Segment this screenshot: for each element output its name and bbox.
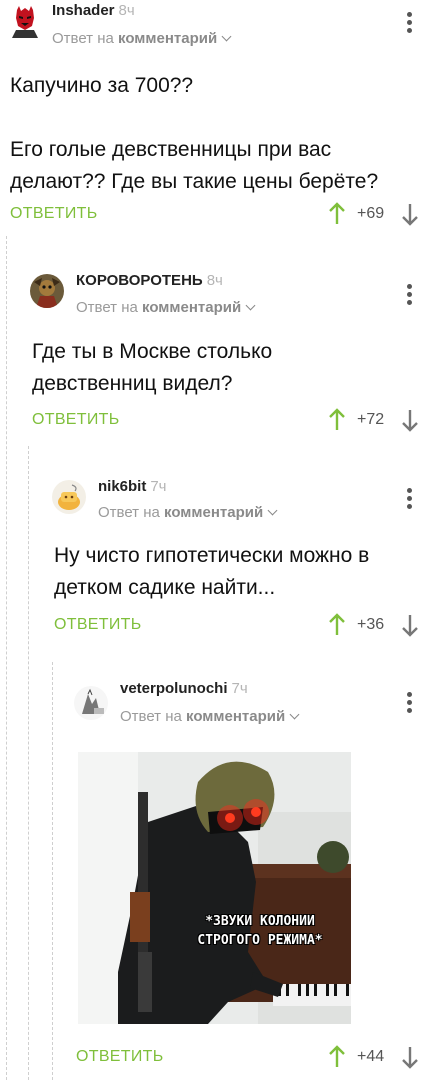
arrow-down-icon[interactable] (400, 1045, 420, 1069)
arrow-down-icon[interactable] (400, 408, 420, 432)
reply-to-prefix: Ответ на (76, 299, 138, 316)
arrow-up-icon[interactable] (327, 202, 347, 226)
username-link[interactable]: veterpolunochi (120, 680, 228, 697)
chevron-down-icon[interactable] (267, 505, 278, 516)
arrow-up-icon[interactable] (327, 613, 347, 637)
arrow-up-icon[interactable] (327, 1045, 347, 1069)
timestamp: 7ч (150, 478, 167, 495)
reply-to-link[interactable]: комментарий (142, 299, 241, 316)
comment-text: Где ты в Москве столько девственниц виде… (32, 336, 432, 400)
text-line: делают?? Где вы такие цены берёте? (10, 170, 379, 193)
caption-line: СТРОГОГО РЕЖИМА* (197, 933, 323, 948)
text-line: Капучино за 700?? (10, 74, 194, 97)
timestamp: 8ч (118, 2, 135, 19)
text-line: Его голые девственницы при вас (10, 138, 332, 161)
text-line: детком садике найти... (54, 576, 276, 599)
meme-image[interactable]: *ЗВУКИ КОЛОНИИ СТРОГОГО РЕЖИМА* (78, 752, 351, 1024)
reply-to[interactable]: Ответ на комментарий (76, 299, 256, 316)
username[interactable]: КОРОВОРОТЕНЬ 8ч (76, 272, 223, 289)
text-line: Где ты в Москве столько (32, 340, 273, 363)
username-link[interactable]: КОРОВОРОТЕНЬ (76, 272, 203, 289)
arrow-down-icon[interactable] (400, 613, 420, 637)
reply-to-prefix: Ответ на (120, 708, 182, 725)
rating: +72 (357, 411, 385, 428)
comment-1: Inshader 8ч Ответ на комментарий Капучино… (0, 0, 439, 236)
text-line: девственниц видел? (32, 372, 233, 395)
reply-button[interactable]: ОТВЕТИТЬ (54, 616, 142, 634)
comment-2: КОРОВОРОТЕНЬ 8ч Ответ на комментарий Где … (0, 236, 439, 446)
more-vertical-icon[interactable] (407, 284, 413, 308)
reply-button[interactable]: ОТВЕТИТЬ (32, 411, 120, 429)
avatar[interactable] (8, 4, 42, 38)
reply-to-link[interactable]: комментарий (186, 708, 285, 725)
reply-to[interactable]: Ответ на комментарий (52, 30, 232, 47)
meme-picture (78, 752, 351, 1024)
reply-button[interactable]: ОТВЕТИТЬ (76, 1048, 164, 1066)
text-line: Ну чисто гипотетически можно в (54, 544, 370, 567)
comment-text: Ну чисто гипотетически можно в детком са… (54, 540, 434, 604)
arrow-up-icon[interactable] (327, 408, 347, 432)
chevron-down-icon[interactable] (245, 300, 256, 311)
timestamp: 7ч (231, 680, 248, 697)
rating: +36 (357, 616, 385, 633)
comment-3: nik6bit 7ч Ответ на комментарий Ну чисто … (0, 446, 439, 662)
username-link[interactable]: Inshader (52, 2, 115, 19)
avatar[interactable] (30, 274, 64, 308)
username[interactable]: nik6bit 7ч (98, 478, 167, 495)
username[interactable]: Inshader 8ч (52, 2, 135, 19)
text-line (10, 102, 430, 134)
chevron-down-icon[interactable] (221, 31, 232, 42)
more-vertical-icon[interactable] (407, 692, 413, 716)
reply-to[interactable]: Ответ на комментарий (120, 708, 300, 725)
reply-to-link[interactable]: комментарий (164, 504, 263, 521)
rating: +44 (357, 1048, 385, 1065)
avatar[interactable] (74, 686, 108, 720)
more-vertical-icon[interactable] (407, 488, 413, 512)
reply-to-prefix: Ответ на (52, 30, 114, 47)
arrow-down-icon[interactable] (400, 202, 420, 226)
avatar[interactable] (52, 480, 86, 514)
comment-text: Капучино за 700?? Его голые девственницы… (10, 70, 430, 198)
more-vertical-icon[interactable] (407, 12, 413, 36)
reply-button[interactable]: ОТВЕТИТЬ (10, 205, 98, 223)
username[interactable]: veterpolunochi 7ч (120, 680, 248, 697)
rating: +69 (357, 205, 385, 222)
timestamp: 8ч (206, 272, 223, 289)
reply-to-prefix: Ответ на (98, 504, 160, 521)
image-caption: *ЗВУКИ КОЛОНИИ СТРОГОГО РЕЖИМА* (170, 912, 350, 950)
reply-to-link[interactable]: комментарий (118, 30, 217, 47)
reply-to[interactable]: Ответ на комментарий (98, 504, 278, 521)
caption-line: *ЗВУКИ КОЛОНИИ (205, 914, 315, 929)
chevron-down-icon[interactable] (289, 709, 300, 720)
username-link[interactable]: nik6bit (98, 478, 146, 495)
